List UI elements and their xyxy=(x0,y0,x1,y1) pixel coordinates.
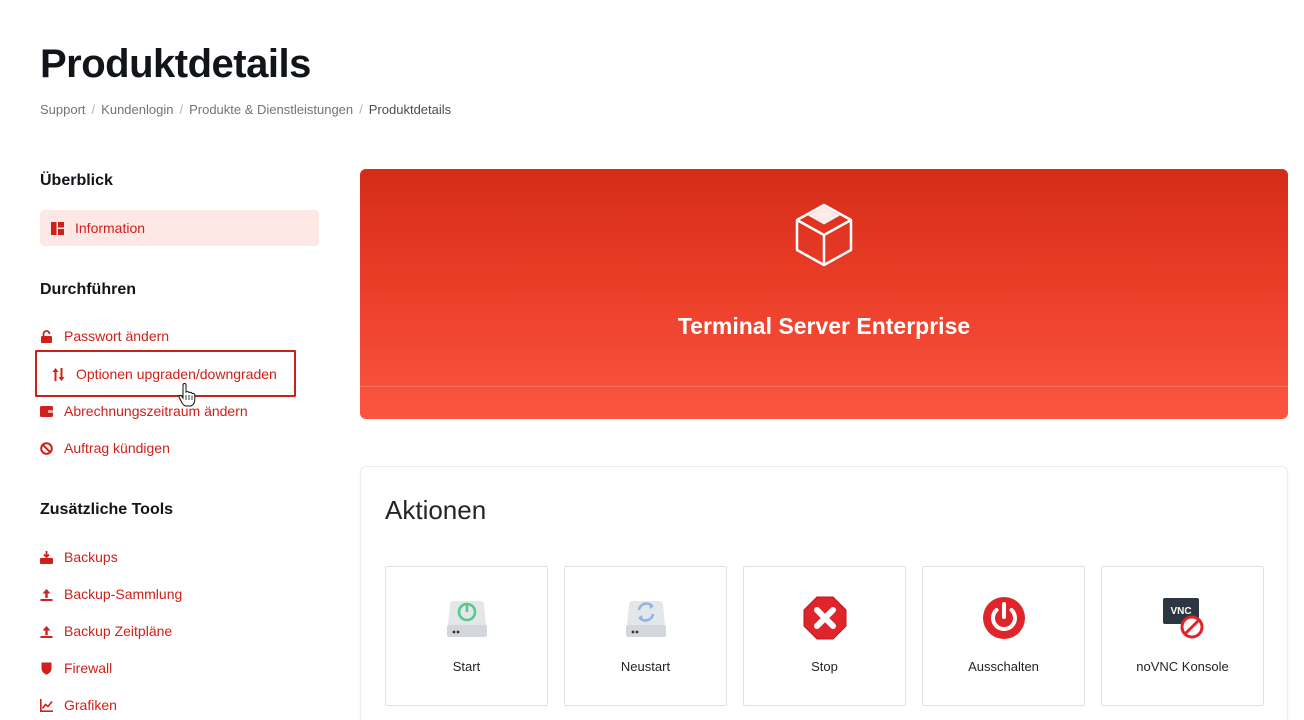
ban-icon xyxy=(40,441,53,455)
sidebar-item-backup-schedules[interactable]: Backup Zeitpläne xyxy=(40,620,172,642)
dashboard-icon xyxy=(51,221,64,235)
sidebar-item-firewall[interactable]: Firewall xyxy=(40,657,112,679)
sidebar-item-label: Abrechnungszeitraum ändern xyxy=(64,403,248,419)
line-chart-icon xyxy=(40,698,53,712)
sidebar-item-upgrade-downgrade[interactable]: Optionen upgraden/downgraden xyxy=(52,363,277,385)
breadcrumb-support[interactable]: Support xyxy=(40,102,86,117)
up-down-arrows-icon xyxy=(52,367,65,381)
action-novnc-console-button[interactable]: VNC noVNC Konsole xyxy=(1101,566,1264,706)
action-start-button[interactable]: Start xyxy=(385,566,548,706)
sidebar-item-label: Backup-Sammlung xyxy=(64,586,183,602)
breadcrumb-produkte[interactable]: Produkte & Dienstleistungen xyxy=(189,102,353,117)
shield-icon xyxy=(40,662,53,675)
upload-icon xyxy=(40,625,53,638)
wallet-icon xyxy=(40,405,53,418)
action-restart-button[interactable]: Neustart xyxy=(564,566,727,706)
sidebar-heading-actions: Durchführen xyxy=(40,281,136,298)
sidebar-item-backup-collection[interactable]: Backup-Sammlung xyxy=(40,583,182,605)
action-label: Ausschalten xyxy=(968,659,1039,674)
svg-text:VNC: VNC xyxy=(1170,606,1191,617)
sidebar-item-label: Optionen upgraden/downgraden xyxy=(76,366,277,382)
sidebar-item-label: Information xyxy=(75,220,146,236)
product-name: Terminal Server Enterprise xyxy=(677,313,971,339)
action-label: noVNC Konsole xyxy=(1136,659,1229,674)
sidebar-item-label: Auftrag kündigen xyxy=(64,440,170,456)
breadcrumb: Support / Kundenlogin / Produkte & Diens… xyxy=(40,102,451,117)
vnc-console-icon: VNC xyxy=(1162,598,1203,639)
sidebar-item-label: Grafiken xyxy=(64,697,117,713)
cube-icon xyxy=(795,203,853,267)
sidebar-item-label: Backup Zeitpläne xyxy=(64,623,173,639)
action-label: Neustart xyxy=(620,659,671,674)
sidebar-heading-overview: Überblick xyxy=(40,172,113,189)
breadcrumb-kundenlogin[interactable]: Kundenlogin xyxy=(101,102,173,117)
sidebar-item-backups[interactable]: Backups xyxy=(40,546,118,568)
page-title: Produktdetails xyxy=(40,42,311,86)
breadcrumb-separator: / xyxy=(179,102,184,117)
breadcrumb-separator: / xyxy=(359,102,363,117)
server-restart-icon xyxy=(625,601,666,637)
actions-card: Aktionen Start Neustart Stop Ausschalten… xyxy=(360,466,1288,720)
action-stop-button[interactable]: Stop xyxy=(743,566,906,706)
sidebar-item-cancel-order[interactable]: Auftrag kündigen xyxy=(40,437,170,459)
hero-divider xyxy=(360,386,1288,387)
action-label: Stop xyxy=(811,659,838,674)
lock-icon xyxy=(40,329,53,343)
sidebar-item-label: Backups xyxy=(64,549,118,565)
sidebar-item-information[interactable]: Information xyxy=(40,210,319,246)
actions-title: Aktionen xyxy=(385,495,487,525)
sidebar-item-label: Firewall xyxy=(64,660,113,676)
stop-octagon-icon xyxy=(803,596,846,640)
action-shutdown-button[interactable]: Ausschalten xyxy=(922,566,1085,706)
product-hero: Terminal Server Enterprise xyxy=(360,169,1288,419)
sidebar-item-label: Passwort ändern xyxy=(64,328,170,344)
power-button-icon xyxy=(982,597,1025,639)
sidebar-heading-tools: Zusätzliche Tools xyxy=(40,501,174,518)
action-label: Start xyxy=(452,659,481,674)
breadcrumb-separator: / xyxy=(91,102,96,117)
inbox-download-icon xyxy=(40,550,53,564)
sidebar-item-billing-cycle[interactable]: Abrechnungszeitraum ändern xyxy=(40,400,248,422)
server-power-icon xyxy=(446,601,487,637)
sidebar-item-change-password[interactable]: Passwort ändern xyxy=(40,325,169,347)
sidebar-item-graphs[interactable]: Grafiken xyxy=(40,694,117,716)
breadcrumb-current: Produktdetails xyxy=(368,102,452,117)
upload-icon xyxy=(40,588,53,601)
